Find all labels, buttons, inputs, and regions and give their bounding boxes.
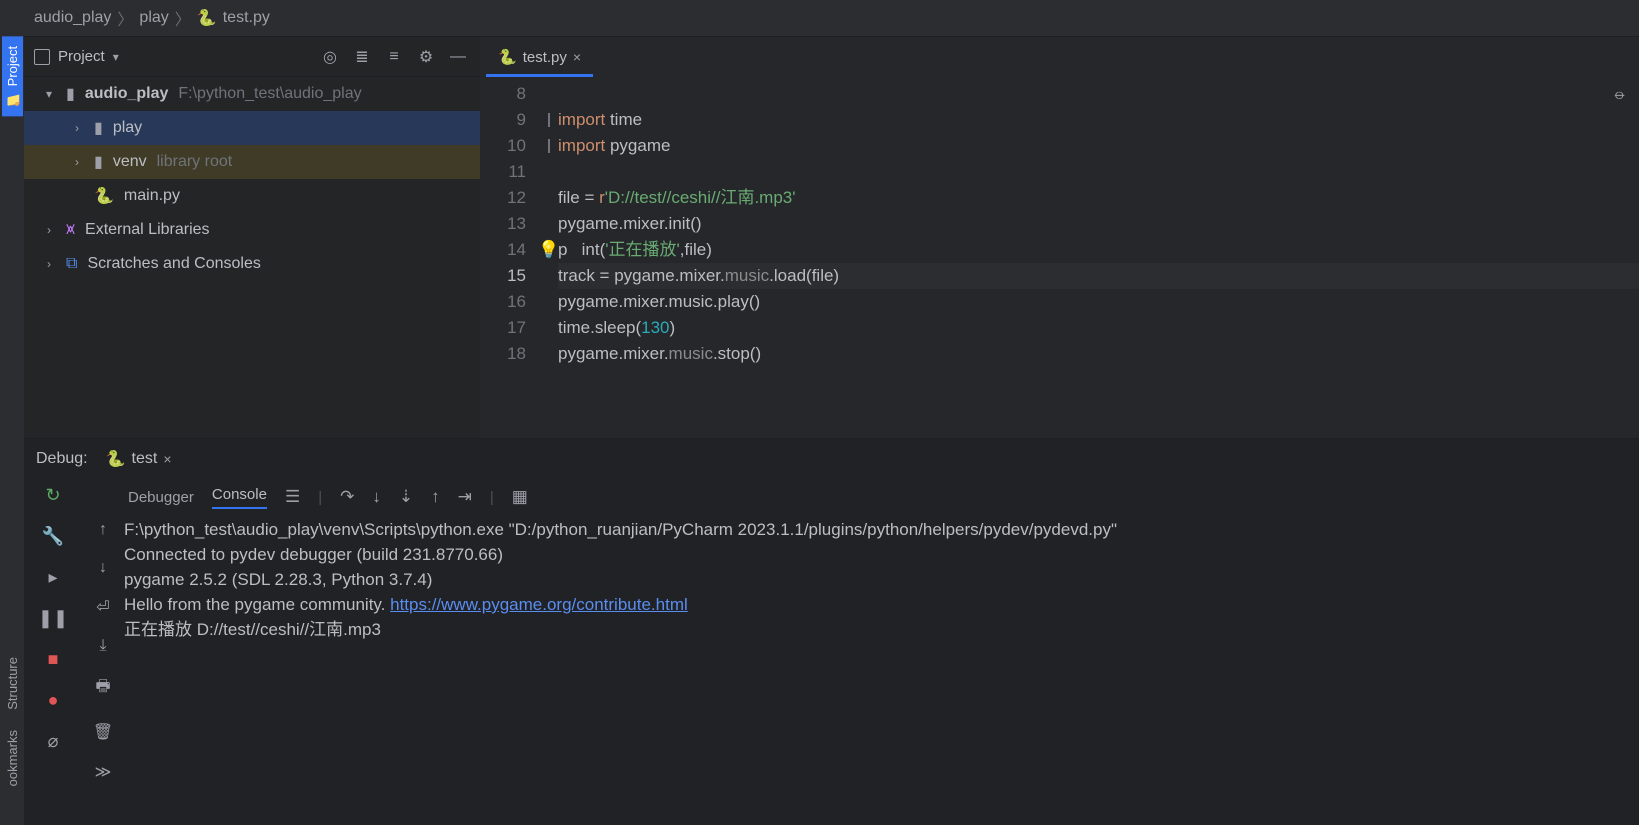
editor-tab-test[interactable]: 🐍 test.py ×: [486, 40, 593, 77]
folder-icon: ▮: [66, 84, 75, 104]
trash-icon[interactable]: 🗑: [93, 722, 113, 742]
python-file-icon: 🐍: [197, 8, 217, 28]
scratches-icon: ⧉: [66, 255, 77, 273]
soft-wrap-icon[interactable]: ⏎: [96, 597, 109, 617]
step-into-my-icon[interactable]: ⇣: [399, 487, 413, 507]
tree-folder-play[interactable]: › ▮ play: [24, 111, 480, 145]
gear-icon[interactable]: ⚙: [414, 45, 438, 69]
folder-icon: ▮: [94, 152, 103, 172]
debug-run-tab[interactable]: 🐍 test ×: [98, 443, 180, 475]
tree-label: Scratches and Consoles: [87, 255, 260, 273]
tree-label: play: [113, 119, 142, 137]
console-line: Hello from the pygame community. https:/…: [124, 592, 1639, 617]
project-tree[interactable]: ▾ ▮ audio_play F:\python_test\audio_play…: [24, 77, 480, 438]
python-file-icon: 🐍: [94, 186, 114, 206]
console-line: Connected to pydev debugger (build 231.8…: [124, 542, 1639, 567]
python-file-icon: 🐍: [106, 449, 126, 469]
console-line: F:\python_test\audio_play\venv\Scripts\p…: [124, 517, 1639, 542]
print-icon[interactable]: 🖶: [95, 675, 110, 702]
tree-scratches[interactable]: › ⧉ Scratches and Consoles: [24, 247, 480, 281]
tree-file-main[interactable]: 🐍 main.py: [24, 179, 480, 213]
gutter[interactable]: 891011121314 15161718: [480, 77, 540, 438]
select-opened-file-icon[interactable]: ◎: [318, 45, 342, 69]
threads-icon[interactable]: ☰: [285, 487, 300, 507]
marks: 💡: [540, 77, 558, 438]
console-output[interactable]: F:\python_test\audio_play\venv\Scripts\p…: [124, 515, 1639, 825]
project-sidebar: Project ▾ ◎ ≣ ≡ ⚙ — ▾ ▮ audio_play F:\py…: [24, 37, 480, 438]
debug-toolbar: ↻ 🔧 ▸ ❚❚ ■ ● ⌀: [24, 479, 82, 825]
breadcrumb-item[interactable]: audio_play: [34, 9, 111, 27]
console-line: pygame 2.5.2 (SDL 2.28.3, Python 3.7.4): [124, 567, 1639, 592]
chevron-right-icon[interactable]: ›: [42, 223, 56, 237]
chevron-down-icon[interactable]: ▾: [113, 50, 119, 64]
project-title: Project: [58, 48, 105, 65]
breadcrumb-item[interactable]: play: [139, 9, 168, 27]
tab-label: test.py: [523, 49, 567, 66]
chevron-right-icon: 〉: [117, 6, 133, 30]
tree-note: library root: [157, 153, 233, 171]
editor-tabs: 🐍 test.py ×: [480, 37, 1639, 77]
folder-icon: ▮: [94, 118, 103, 138]
breadcrumb-item[interactable]: test.py: [223, 9, 270, 27]
step-out-icon[interactable]: ↑: [431, 487, 440, 507]
hide-icon[interactable]: —: [446, 45, 470, 69]
tree-external-libraries[interactable]: › ⩙ External Libraries: [24, 213, 480, 247]
step-into-icon[interactable]: ↓: [372, 487, 381, 507]
evaluate-icon[interactable]: ▦: [512, 487, 528, 507]
project-icon: [34, 49, 50, 65]
tab-debugger[interactable]: Debugger: [128, 489, 194, 506]
editor-body[interactable]: ⦵ 891011121314 15161718 💡 import time im…: [480, 77, 1639, 438]
run-config-name: test: [132, 450, 158, 468]
wrench-icon[interactable]: 🔧: [42, 526, 64, 547]
collapse-all-icon[interactable]: ≡: [382, 45, 406, 69]
chevron-right-icon: 〉: [175, 6, 191, 30]
tree-label: venv: [113, 153, 147, 171]
debug-panel: Debug: 🐍 test × ↻ 🔧 ▸ ❚❚ ■ ● ⌀ ↑ ↓ ⏎ ⤓: [24, 438, 1639, 825]
fast-forward-icon[interactable]: ≫: [95, 762, 112, 782]
chevron-right-icon[interactable]: ›: [42, 257, 56, 271]
up-icon[interactable]: ↑: [99, 521, 107, 539]
libraries-icon: ⩙: [66, 221, 75, 239]
chevron-right-icon[interactable]: ›: [70, 155, 84, 169]
down-icon[interactable]: ↓: [99, 559, 107, 577]
expand-all-icon[interactable]: ≣: [350, 45, 374, 69]
tree-label: audio_play: [85, 85, 169, 103]
code-area[interactable]: import time import pygame file = r'D://t…: [558, 77, 1639, 438]
bulb-icon[interactable]: 💡: [538, 237, 559, 263]
tree-folder-venv[interactable]: › ▮ venv library root: [24, 145, 480, 179]
close-icon[interactable]: ×: [163, 451, 171, 467]
chevron-down-icon[interactable]: ▾: [42, 87, 56, 101]
tab-console[interactable]: Console: [212, 486, 267, 509]
breadcrumb: audio_play 〉 play 〉 🐍 test.py: [0, 0, 1639, 36]
resume-icon[interactable]: ▸: [48, 567, 57, 588]
console-link[interactable]: https://www.pygame.org/contribute.html: [390, 595, 688, 614]
project-header: Project ▾ ◎ ≣ ≡ ⚙ —: [24, 37, 480, 77]
structure-tool-tab[interactable]: Structure: [5, 647, 20, 720]
bookmarks-tool-tab[interactable]: ookmarks: [5, 720, 20, 796]
tree-label: External Libraries: [85, 221, 210, 239]
left-tool-rail: 📁Project Structure ookmarks: [0, 36, 24, 796]
inspections-icon[interactable]: ⦵: [1613, 81, 1627, 107]
close-icon[interactable]: ×: [573, 49, 581, 65]
tree-path: F:\python_test\audio_play: [178, 85, 361, 103]
python-file-icon: 🐍: [498, 48, 517, 66]
mute-breakpoints-icon[interactable]: ⌀: [48, 731, 59, 752]
console-line: 正在播放 D://test//ceshi//江南.mp3: [124, 617, 1639, 642]
debug-tabs: Debugger Console ☰ | ↷ ↓ ⇣ ↑ ⇥ | ▦: [124, 479, 1639, 515]
scroll-to-end-icon[interactable]: ⤓: [99, 637, 106, 655]
tree-root[interactable]: ▾ ▮ audio_play F:\python_test\audio_play: [24, 77, 480, 111]
step-over-icon[interactable]: ↷: [340, 487, 354, 507]
console-toolbar: ↑ ↓ ⏎ ⤓ 🖶 🗑 ≫: [82, 479, 124, 825]
chevron-right-icon[interactable]: ›: [70, 121, 84, 135]
project-tool-tab[interactable]: 📁Project: [2, 36, 23, 116]
debug-label: Debug:: [36, 450, 88, 468]
editor: 🐍 test.py × ⦵ 891011121314 15161718 💡: [480, 37, 1639, 438]
debug-header: Debug: 🐍 test ×: [24, 439, 1639, 479]
breakpoints-icon[interactable]: ●: [48, 690, 59, 711]
stop-icon[interactable]: ■: [48, 649, 59, 670]
rerun-icon[interactable]: ↻: [45, 485, 60, 506]
run-to-cursor-icon[interactable]: ⇥: [458, 487, 472, 507]
tree-label: main.py: [124, 187, 180, 205]
pause-icon[interactable]: ❚❚: [38, 608, 68, 629]
